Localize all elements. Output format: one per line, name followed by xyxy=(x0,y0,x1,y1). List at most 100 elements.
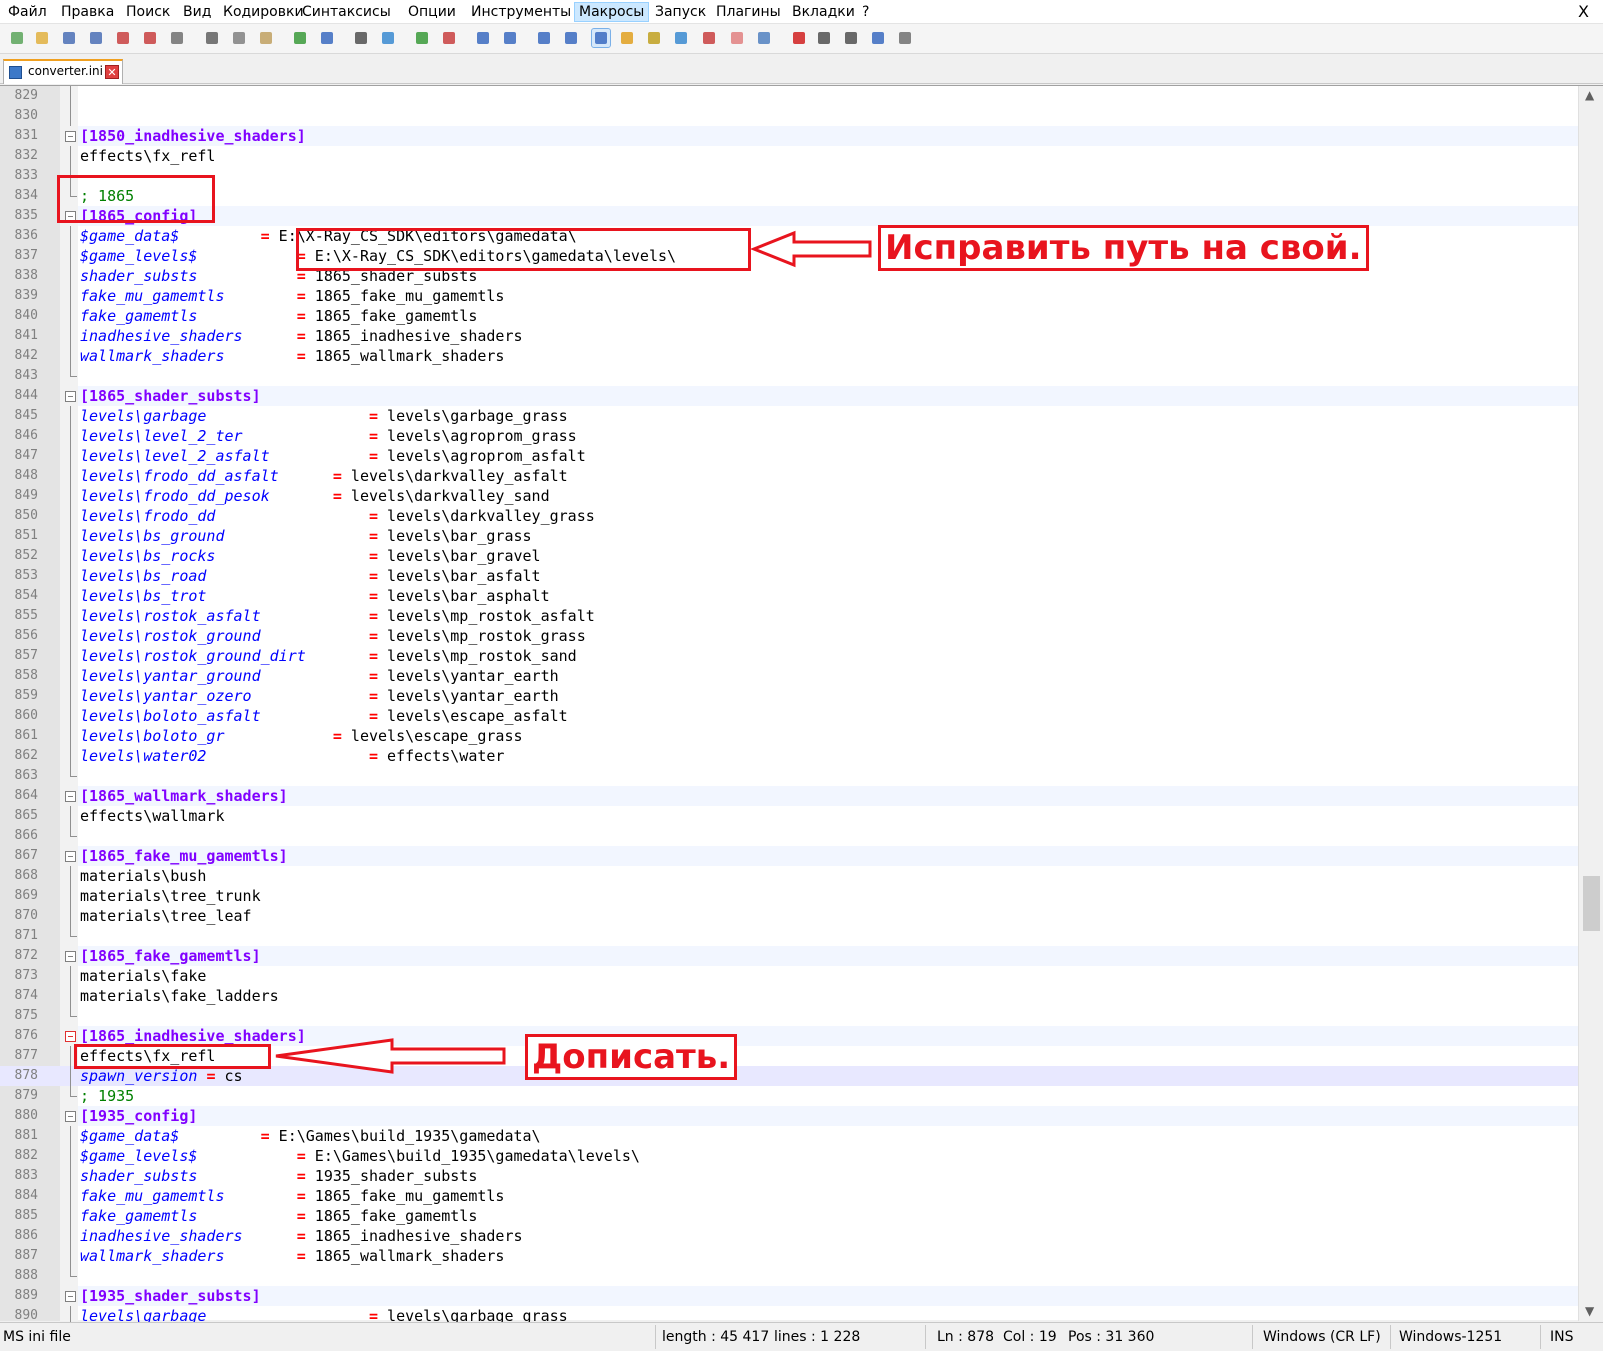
fold-toggle-icon[interactable] xyxy=(65,391,76,402)
print-icon[interactable] xyxy=(168,29,186,47)
code-line[interactable]: 860 levels\boloto_asfalt = levels\escape_… xyxy=(0,706,1578,726)
code-line[interactable]: 886 inadhesive_shaders = 1865_inadhesive_… xyxy=(0,1226,1578,1246)
zoom-in-icon[interactable] xyxy=(413,29,431,47)
record-macro-icon[interactable] xyxy=(790,29,808,47)
monitor-icon[interactable] xyxy=(728,29,746,47)
code-line[interactable]: 856 levels\rostok_ground = levels\mp_rost… xyxy=(0,626,1578,646)
play-macro-icon[interactable] xyxy=(842,29,860,47)
cut-icon[interactable] xyxy=(203,29,221,47)
code-line[interactable]: 887 wallmark_shaders = 1865_wallmark_shad… xyxy=(0,1246,1578,1266)
code-line[interactable]: 842 wallmark_shaders = 1865_wallmark_shad… xyxy=(0,346,1578,366)
code-line[interactable]: 859 levels\yantar_ozero = levels\yantar_e… xyxy=(0,686,1578,706)
menu-item-9[interactable]: Запуск xyxy=(651,2,710,22)
status-encoding[interactable]: Windows-1251 xyxy=(1399,1329,1502,1345)
replace-icon[interactable] xyxy=(379,29,397,47)
folder-workspace-icon[interactable] xyxy=(672,29,690,47)
code-line[interactable]: 845 levels\garbage = levels\garbage_grass xyxy=(0,406,1578,426)
code-line[interactable]: 853 levels\bs_road = levels\bar_asfalt xyxy=(0,566,1578,586)
eye-icon[interactable] xyxy=(755,29,773,47)
code-line[interactable]: 862 levels\water02 = effects\water xyxy=(0,746,1578,766)
code-line[interactable]: 882 $game_levels$ = E:\Games\build_1935\g… xyxy=(0,1146,1578,1166)
menu-item-8[interactable]: Макросы xyxy=(574,2,650,22)
save-icon[interactable] xyxy=(60,29,78,47)
code-line[interactable]: 854 levels\bs_trot = levels\bar_asphalt xyxy=(0,586,1578,606)
code-line[interactable]: 852 levels\bs_rocks = levels\bar_gravel xyxy=(0,546,1578,566)
function-list-icon[interactable] xyxy=(645,29,663,47)
code-line[interactable]: 874 materials\fake_ladders xyxy=(0,986,1578,1006)
menu-item-10[interactable]: Плагины xyxy=(712,2,785,22)
undo-icon[interactable] xyxy=(291,29,309,47)
code-line[interactable]: 835 [1865_config] xyxy=(0,206,1578,226)
doc-list-icon[interactable] xyxy=(700,29,718,47)
code-line[interactable]: 841 inadhesive_shaders = 1865_inadhesive_… xyxy=(0,326,1578,346)
close-icon[interactable] xyxy=(114,29,132,47)
tab-converter-ini[interactable]: converter.ini ✕ xyxy=(3,59,123,84)
scroll-up-icon[interactable]: ▲ xyxy=(1585,88,1594,102)
code-line[interactable]: 851 levels\bs_ground = levels\bar_grass xyxy=(0,526,1578,546)
code-line[interactable]: 869 materials\tree_trunk xyxy=(0,886,1578,906)
copy-icon[interactable] xyxy=(230,29,248,47)
code-line[interactable]: 839 fake_mu_gamemtls = 1865_fake_mu_gamem… xyxy=(0,286,1578,306)
scrollbar-thumb[interactable] xyxy=(1583,876,1600,931)
code-line[interactable]: 833 xyxy=(0,166,1578,186)
code-line[interactable]: 830 xyxy=(0,106,1578,126)
vertical-scrollbar[interactable]: ▲ ▼ xyxy=(1578,86,1603,1321)
show-all-chars-icon[interactable] xyxy=(562,29,580,47)
code-line[interactable]: 867 [1865_fake_mu_gamemtls] xyxy=(0,846,1578,866)
paste-icon[interactable] xyxy=(257,29,275,47)
menu-item-5[interactable]: Синтаксисы xyxy=(298,2,395,22)
fold-toggle-icon[interactable] xyxy=(65,791,76,802)
code-line[interactable]: 868 materials\bush xyxy=(0,866,1578,886)
code-line[interactable]: 881 $game_data$ = E:\Games\build_1935\gam… xyxy=(0,1126,1578,1146)
code-line[interactable]: 873 materials\fake xyxy=(0,966,1578,986)
code-line[interactable]: 832 effects\fx_refl xyxy=(0,146,1578,166)
menu-item-4[interactable]: Кодировки xyxy=(219,2,308,22)
code-line[interactable]: 861 levels\boloto_gr = levels\escape_gras… xyxy=(0,726,1578,746)
word-wrap-icon[interactable] xyxy=(535,29,553,47)
status-eol[interactable]: Windows (CR LF) xyxy=(1263,1329,1381,1345)
code-line[interactable]: 876 [1865_inadhesive_shaders] xyxy=(0,1026,1578,1046)
tab-close-icon[interactable]: ✕ xyxy=(105,65,119,79)
new-file-icon[interactable] xyxy=(8,29,26,47)
menu-item-0[interactable]: Файл xyxy=(4,2,51,22)
code-line[interactable]: 885 fake_gamemtls = 1865_fake_gamemtls xyxy=(0,1206,1578,1226)
code-line[interactable]: 880 [1935_config] xyxy=(0,1106,1578,1126)
menu-item-7[interactable]: Инструменты xyxy=(467,2,575,22)
code-line[interactable]: 878 spawn_version = cs xyxy=(0,1066,1578,1086)
zoom-out-icon[interactable] xyxy=(440,29,458,47)
menu-item-11[interactable]: Вкладки xyxy=(788,2,859,22)
code-line[interactable]: 831 [1850_inadhesive_shaders] xyxy=(0,126,1578,146)
code-line[interactable]: 866 xyxy=(0,826,1578,846)
code-line[interactable]: 871 xyxy=(0,926,1578,946)
scroll-down-icon[interactable]: ▼ xyxy=(1585,1304,1594,1318)
close-all-icon[interactable] xyxy=(141,29,159,47)
code-line[interactable]: 883 shader_substs = 1935_shader_substs xyxy=(0,1166,1578,1186)
code-line[interactable]: 840 fake_gamemtls = 1865_fake_gamemtls xyxy=(0,306,1578,326)
code-line[interactable]: 846 levels\level_2_ter = levels\agroprom_… xyxy=(0,426,1578,446)
menu-item-1[interactable]: Правка xyxy=(57,2,118,22)
code-line[interactable]: 865 effects\wallmark xyxy=(0,806,1578,826)
sync-vertical-icon[interactable] xyxy=(474,29,492,47)
save-macro-icon[interactable] xyxy=(896,29,914,47)
run-macro-multiple-icon[interactable] xyxy=(869,29,887,47)
doc-map-icon[interactable] xyxy=(618,29,636,47)
menu-item-6[interactable]: Опции xyxy=(404,2,460,22)
code-line[interactable]: 872 [1865_fake_gamemtls] xyxy=(0,946,1578,966)
code-line[interactable]: 849 levels\frodo_dd_pesok = levels\darkva… xyxy=(0,486,1578,506)
editor-pane[interactable]: 829 830 831 [1850_inadhesive_shaders] 832 eff… xyxy=(0,85,1603,1326)
code-line[interactable]: 855 levels\rostok_asfalt = levels\mp_rost… xyxy=(0,606,1578,626)
code-line[interactable]: 889 [1935_shader_substs] xyxy=(0,1286,1578,1306)
code-line[interactable]: 829 xyxy=(0,86,1578,106)
fold-toggle-icon[interactable] xyxy=(65,951,76,962)
code-line[interactable]: 888 xyxy=(0,1266,1578,1286)
menu-item-12[interactable]: ? xyxy=(858,2,873,22)
save-all-icon[interactable] xyxy=(87,29,105,47)
code-line[interactable]: 850 levels\frodo_dd = levels\darkvalley_g… xyxy=(0,506,1578,526)
code-line[interactable]: 884 fake_mu_gamemtls = 1865_fake_mu_gamem… xyxy=(0,1186,1578,1206)
code-line[interactable]: 834; 1865 xyxy=(0,186,1578,206)
status-insert-mode[interactable]: INS xyxy=(1550,1329,1574,1345)
code-line[interactable]: 844 [1865_shader_substs] xyxy=(0,386,1578,406)
sync-horizontal-icon[interactable] xyxy=(501,29,519,47)
redo-icon[interactable] xyxy=(318,29,336,47)
stop-record-icon[interactable] xyxy=(815,29,833,47)
